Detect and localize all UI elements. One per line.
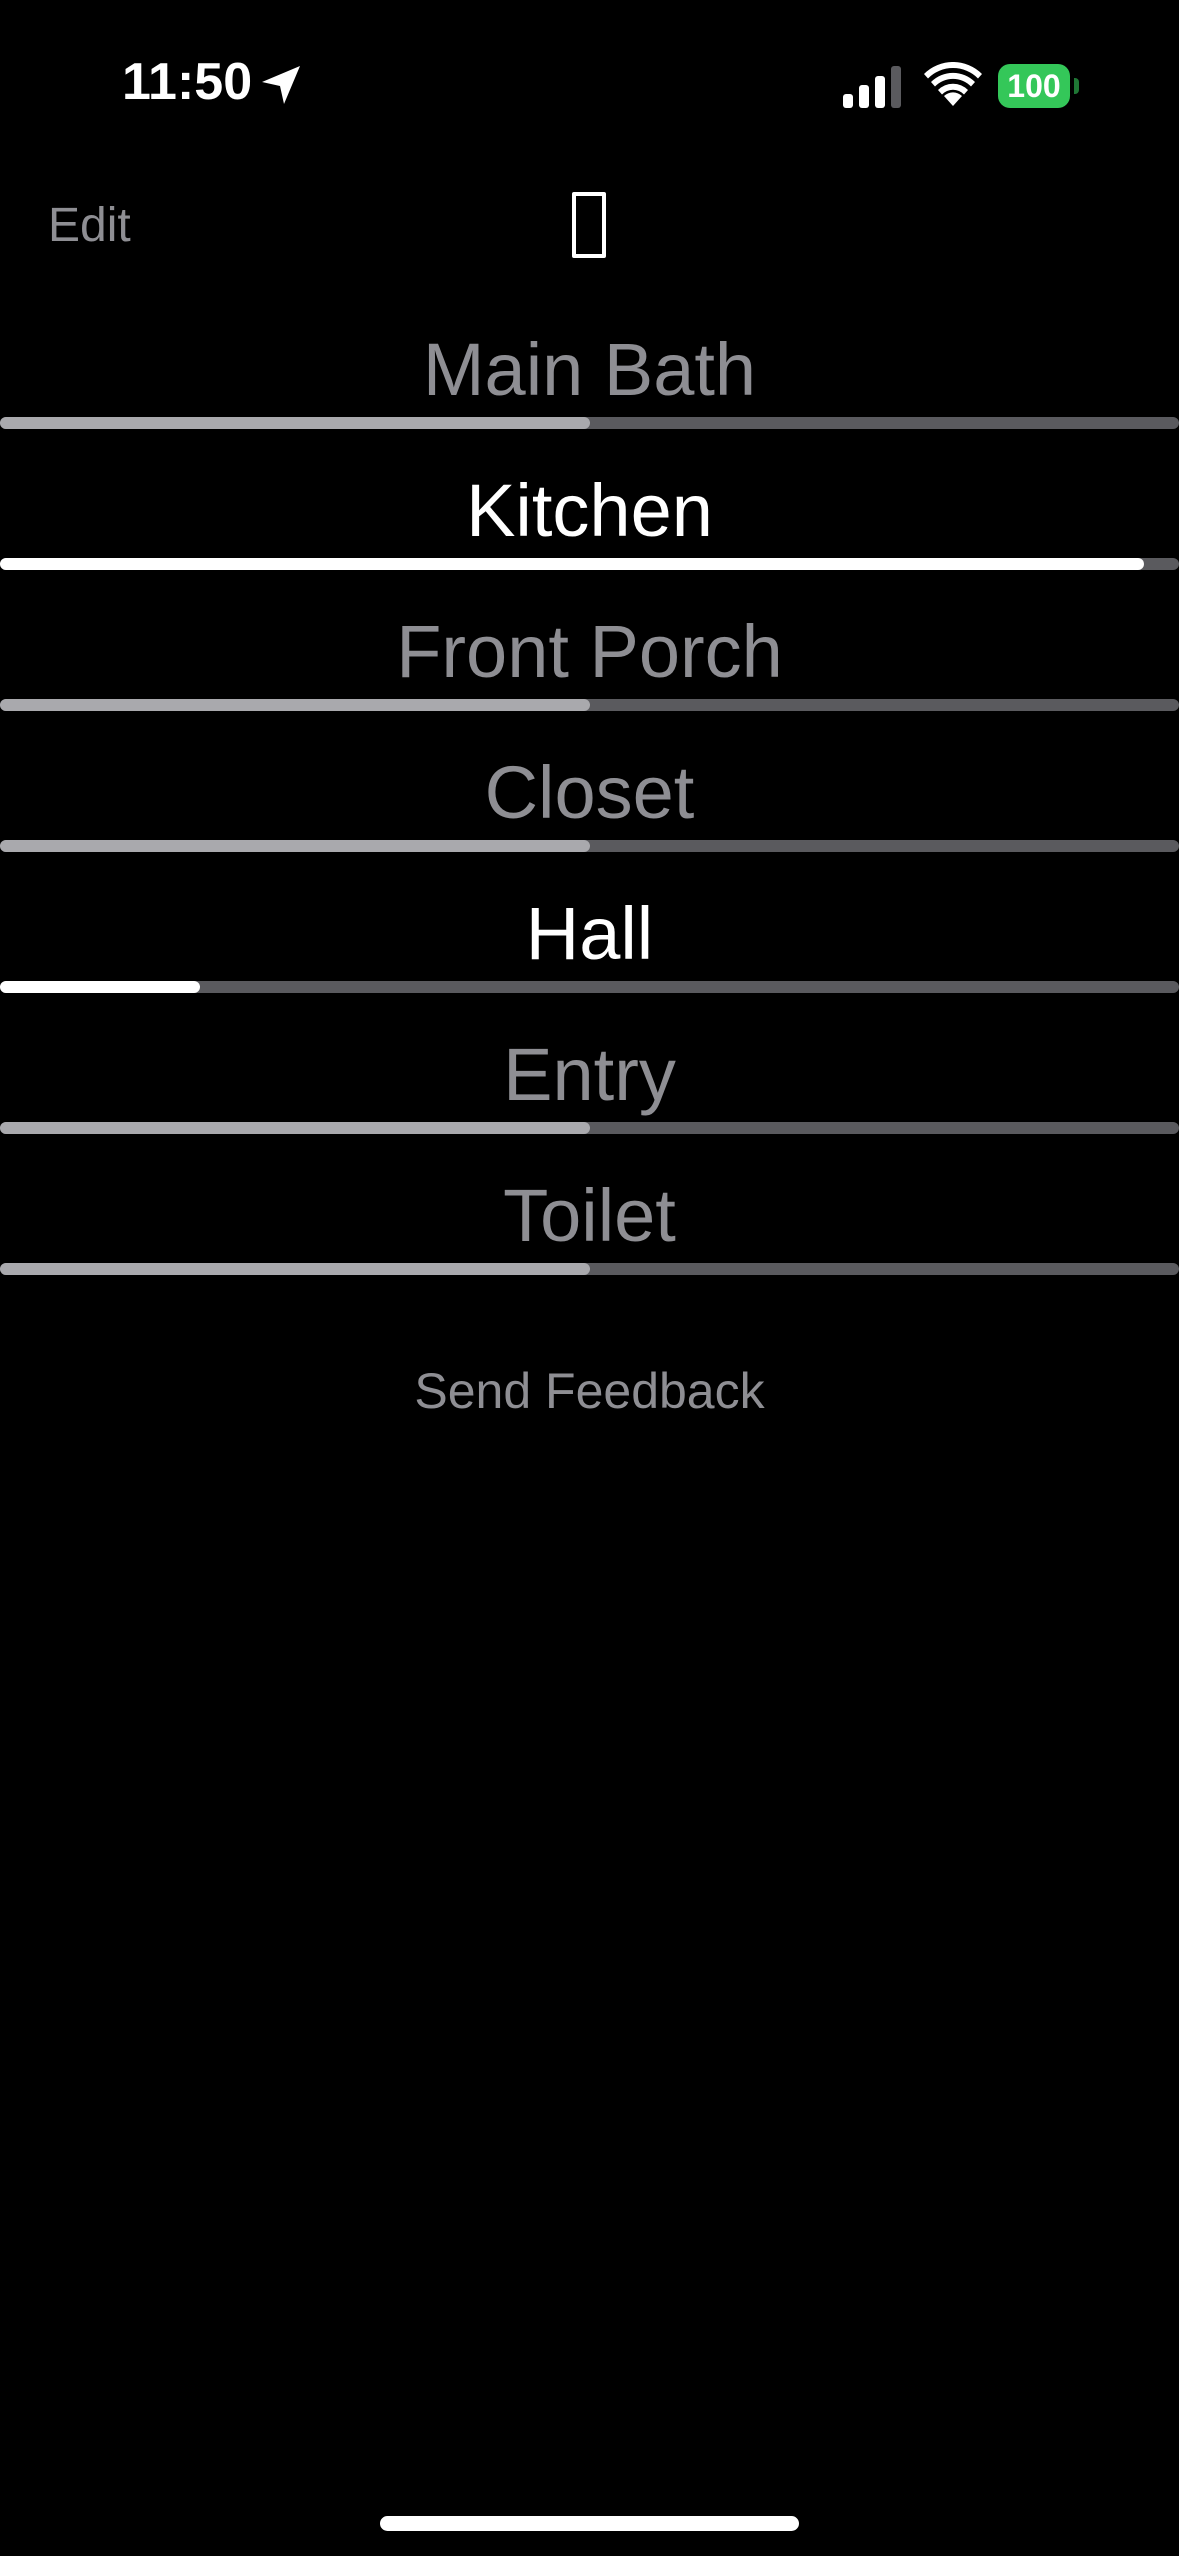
room-name[interactable]: Toilet (0, 1166, 1179, 1266)
brightness-slider-fill (0, 840, 590, 852)
battery-icon: 100 (998, 64, 1079, 108)
room-name[interactable]: Kitchen (0, 461, 1179, 561)
room-name[interactable]: Closet (0, 743, 1179, 843)
battery-cap (1074, 78, 1079, 94)
room-name[interactable]: Entry (0, 1025, 1179, 1125)
room-name[interactable]: Main Bath (0, 320, 1179, 420)
brightness-slider[interactable] (0, 1263, 1179, 1275)
room-name[interactable]: Hall (0, 884, 1179, 984)
brightness-slider-fill (0, 417, 590, 429)
brightness-slider[interactable] (0, 699, 1179, 711)
status-bar: 11:50 100 (0, 0, 1179, 150)
brightness-slider[interactable] (0, 981, 1179, 993)
brightness-slider[interactable] (0, 417, 1179, 429)
missing-glyph-icon (572, 192, 606, 258)
brightness-slider[interactable] (0, 558, 1179, 570)
room-row[interactable]: Closet (0, 741, 1179, 882)
brightness-slider-fill (0, 1122, 590, 1134)
brightness-slider[interactable] (0, 840, 1179, 852)
send-feedback-button[interactable]: Send Feedback (0, 1362, 1179, 1420)
brightness-slider[interactable] (0, 1122, 1179, 1134)
edit-button[interactable]: Edit (48, 198, 131, 253)
room-row[interactable]: Front Porch (0, 600, 1179, 741)
battery-level: 100 (1007, 68, 1061, 104)
room-row[interactable]: Kitchen (0, 459, 1179, 600)
brightness-slider-fill (0, 558, 1144, 570)
location-arrow-icon (262, 66, 300, 104)
brightness-slider-fill (0, 1263, 590, 1275)
room-row[interactable]: Main Bath (0, 318, 1179, 459)
room-row[interactable]: Entry (0, 1023, 1179, 1164)
home-indicator (380, 2516, 799, 2531)
status-time: 11:50 (122, 53, 253, 111)
brightness-slider-fill (0, 699, 590, 711)
cellular-signal-icon (843, 66, 901, 108)
brightness-slider-fill (0, 981, 201, 993)
room-name[interactable]: Front Porch (0, 602, 1179, 702)
room-row[interactable]: Hall (0, 882, 1179, 1023)
room-row[interactable]: Toilet (0, 1164, 1179, 1305)
wifi-icon (924, 62, 982, 106)
